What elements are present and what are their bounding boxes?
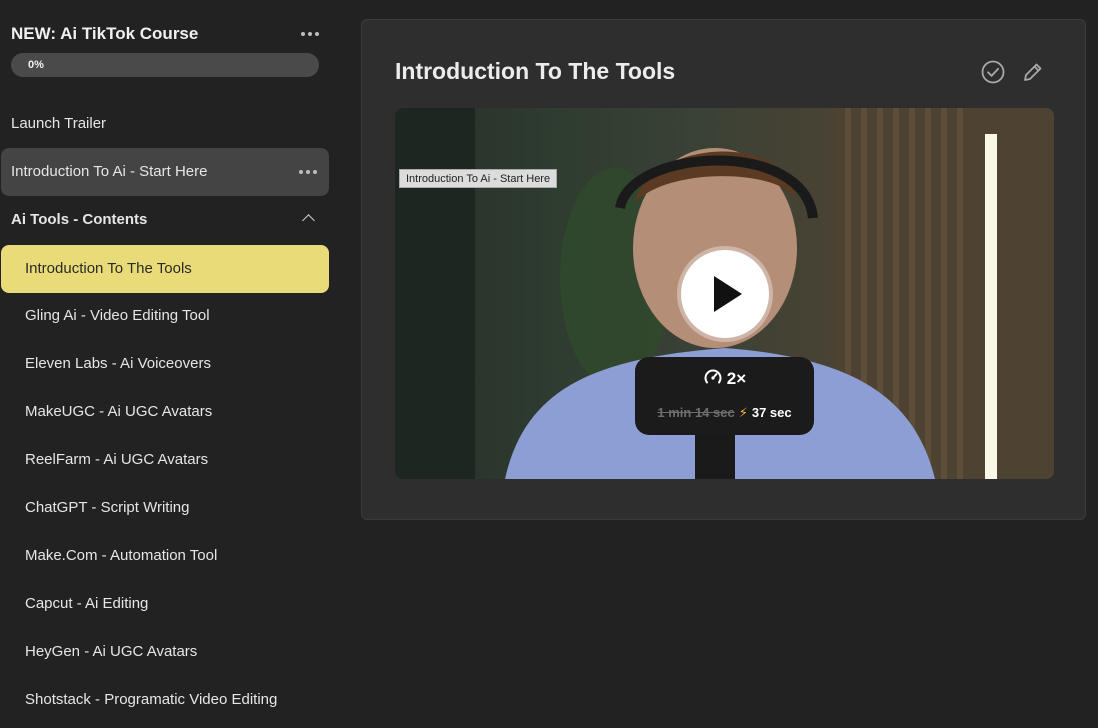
play-button[interactable]	[681, 250, 769, 338]
section-title: Ai Tools - Contents	[11, 211, 148, 228]
course-header: NEW: Ai TikTok Course	[11, 22, 321, 46]
sidebar-item-introduction-to-ai[interactable]: Introduction To Ai - Start Here	[1, 148, 329, 196]
video-player[interactable]: Introduction To Ai - Start Here 2× 1 min…	[395, 108, 1054, 479]
sidebar-item-launch-trailer[interactable]: Launch Trailer	[1, 100, 329, 148]
course-title: NEW: Ai TikTok Course	[11, 24, 199, 43]
original-duration: 1 min 14 sec	[657, 405, 735, 420]
lesson-card: Introduction To The Tools Introduction T…	[361, 19, 1086, 520]
lesson-item-chatgpt[interactable]: ChatGPT - Script Writing	[1, 484, 329, 532]
lesson-item-make-com[interactable]: Make.Com - Automation Tool	[1, 532, 329, 580]
lesson-label: Gling Ai - Video Editing Tool	[25, 307, 210, 324]
lesson-label: Eleven Labs - Ai Voiceovers	[25, 355, 211, 372]
lesson-label: Introduction To The Tools	[25, 260, 192, 277]
duration-row: 1 min 14 sec ⚡ 37 sec	[635, 405, 814, 421]
lesson-label: Capcut - Ai Editing	[25, 595, 149, 612]
course-progress-bar: 0%	[11, 53, 319, 77]
lesson-label: ReelFarm - Ai UGC Avatars	[25, 451, 209, 468]
lesson-item-heygen[interactable]: HeyGen - Ai UGC Avatars	[1, 628, 329, 676]
lesson-label: HeyGen - Ai UGC Avatars	[25, 643, 198, 660]
lesson-item-introduction-to-the-tools[interactable]: Introduction To The Tools	[1, 245, 329, 293]
sidebar-item-label: Introduction To Ai - Start Here	[11, 163, 208, 180]
check-circle-icon[interactable]	[981, 60, 1005, 84]
play-icon	[714, 276, 742, 312]
pencil-icon[interactable]	[1021, 60, 1045, 84]
sidebar: NEW: Ai TikTok Course 0% Launch Trailer …	[0, 0, 330, 728]
lesson-item-makeugc[interactable]: MakeUGC - Ai UGC Avatars	[1, 388, 329, 436]
chevron-up-icon[interactable]	[302, 214, 315, 227]
progress-label: 0%	[28, 59, 44, 71]
sidebar-item-label: Launch Trailer	[11, 115, 107, 132]
section-header-ai-tools[interactable]: Ai Tools - Contents	[1, 196, 329, 244]
lesson-item-reelfarm[interactable]: ReelFarm - Ai UGC Avatars	[1, 436, 329, 484]
lesson-item-eleven-labs[interactable]: Eleven Labs - Ai Voiceovers	[1, 340, 329, 388]
lesson-item-shotstack[interactable]: Shotstack - Programatic Video Editing	[1, 676, 329, 724]
lesson-title: Introduction To The Tools	[395, 58, 676, 84]
lesson-item-capcut[interactable]: Capcut - Ai Editing	[1, 580, 329, 628]
lightning-icon: ⚡	[738, 405, 748, 420]
lesson-item-gling-ai[interactable]: Gling Ai - Video Editing Tool	[1, 292, 329, 340]
lesson-label: Make.Com - Automation Tool	[25, 547, 218, 564]
speed-row: 2×	[635, 367, 814, 389]
lesson-label: MakeUGC - Ai UGC Avatars	[25, 403, 213, 420]
playback-speed-badge[interactable]: 2× 1 min 14 sec ⚡ 37 sec	[635, 357, 814, 435]
item-more-dots-icon[interactable]	[299, 162, 317, 182]
video-title-chip: Introduction To Ai - Start Here	[399, 169, 558, 188]
course-more-dots-icon[interactable]	[301, 24, 319, 44]
gauge-icon	[704, 369, 722, 384]
speed-label: 2×	[726, 369, 747, 388]
fast-duration: 37 sec	[751, 405, 792, 420]
lesson-label: Shotstack - Programatic Video Editing	[25, 691, 278, 708]
lesson-label: ChatGPT - Script Writing	[25, 499, 190, 516]
